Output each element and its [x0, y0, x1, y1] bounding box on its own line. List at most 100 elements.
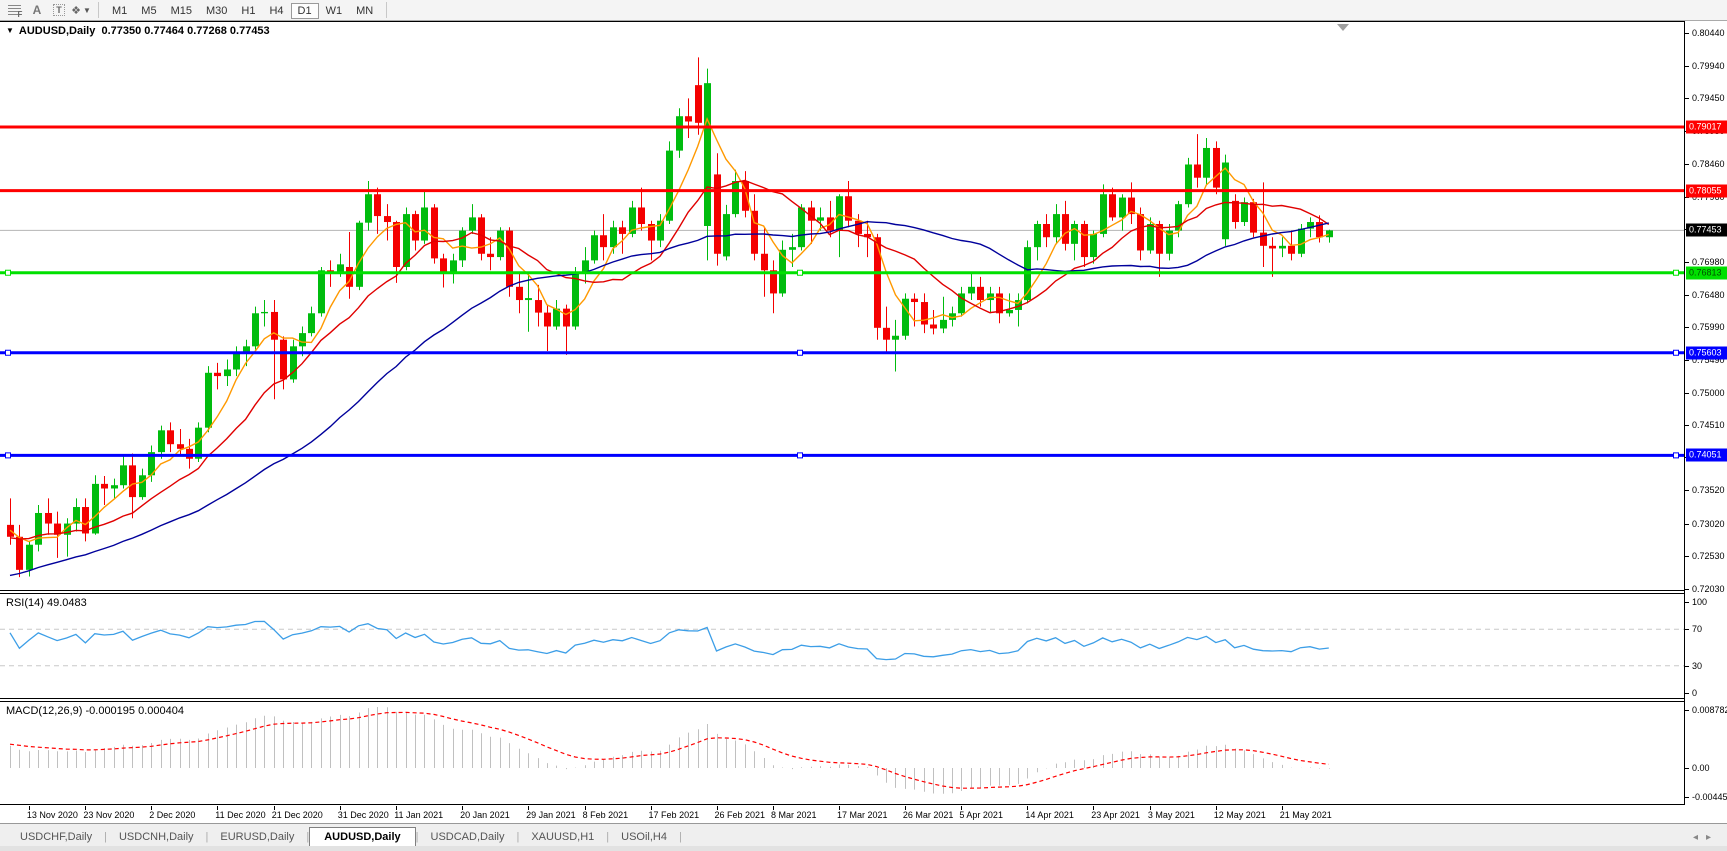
timeframe-button-m5[interactable]: M5: [134, 3, 163, 19]
axis-tick: [1685, 797, 1689, 799]
timeframe-button-mn[interactable]: MN: [349, 3, 380, 19]
date-label: 5 Apr 2021: [959, 810, 1003, 820]
axis-tick: [1685, 425, 1689, 427]
axis-tick: [1685, 65, 1689, 67]
chart-title: ▼ AUDUSD,Daily 0.77350 0.77464 0.77268 0.…: [6, 25, 270, 37]
tab-separator: |: [679, 831, 682, 843]
chart-tab-usdcnh[interactable]: USDCNH,Daily: [107, 828, 206, 847]
date-label: 2 Dec 2020: [149, 810, 196, 820]
hline-price-badge: 0.78055: [1686, 184, 1727, 198]
date-label: 31 Dec 2020: [337, 810, 389, 820]
axis-tick-label: 0.73520: [1692, 485, 1725, 496]
arrows-tool[interactable]: ❖ ▼: [70, 1, 92, 19]
date-label: 21 May 2021: [1279, 810, 1332, 820]
date-label: 26 Mar 2021: [902, 810, 954, 820]
timeframe-group: M1 M5 M15 M30 H1 H4 D1 W1 MN: [105, 1, 380, 19]
line-handle: [1673, 349, 1679, 356]
line-handle: [797, 452, 803, 459]
toolbar-separator: [98, 2, 99, 18]
timeframe-button-h4[interactable]: H4: [262, 3, 290, 19]
axis-tick-label: 0.79940: [1692, 60, 1725, 71]
chart-tab-usdcad[interactable]: USDCAD,Daily: [419, 828, 517, 847]
current-price-badge: 0.77453: [1686, 223, 1727, 237]
chart-tab-audusd[interactable]: AUDUSD,Daily: [309, 827, 416, 848]
chart-tab-eurusd[interactable]: EURUSD,Daily: [208, 828, 306, 847]
axis-tick: [1685, 602, 1689, 603]
axis-tick: [1685, 490, 1689, 492]
macd-values: -0.000195 0.000404: [85, 705, 184, 717]
axis-tick: [1685, 261, 1689, 263]
timeframe-button-d1[interactable]: D1: [290, 3, 319, 19]
axis-tick: [1685, 523, 1689, 525]
timeframe-button-w1[interactable]: W1: [319, 3, 350, 19]
status-strip: [0, 846, 1727, 851]
axis-tick: [1685, 555, 1689, 557]
chart-tab-usoil[interactable]: USOil,H4: [609, 828, 679, 847]
scroll-left-icon: ◂: [1692, 832, 1706, 843]
axis-tick: [1685, 98, 1689, 100]
tab-scroll-arrows[interactable]: ◂▸: [1693, 832, 1719, 843]
line-handle: [1673, 452, 1679, 459]
time-axis[interactable]: 13 Nov 2020 23 Nov 2020 2 Dec 2020 11 Dec 2…: [0, 805, 1727, 823]
line-handle: [5, 349, 11, 356]
hline-price-badge: 0.74051: [1686, 448, 1727, 462]
axis-tick-label: 0.80440: [1692, 27, 1725, 38]
axis-tick: [1685, 327, 1689, 329]
rsi-indicator-panel[interactable]: [0, 593, 1684, 699]
axis-tick-label: 0.76480: [1692, 289, 1725, 300]
date-label: 11 Dec 2020: [215, 810, 266, 820]
scroll-right-icon: ▸: [1705, 832, 1719, 843]
text-tool[interactable]: A: [26, 1, 48, 19]
line-handle: [797, 349, 803, 356]
line-handle: [5, 452, 11, 459]
terminal-window: F A T ❖ ▼ M1 M5 M15 M30 H1 H4 D1 W1 MN ▼ AUDUSD,D…: [0, 0, 1727, 851]
axis-tick: [1685, 768, 1689, 769]
macd-label: MACD(12,26,9) -0.000195 0.000404: [6, 705, 184, 717]
axis-tick: [1685, 665, 1689, 667]
macd-indicator-panel[interactable]: [0, 701, 1684, 805]
chart-tab-bar: USDCHF,Daily | USDCNH,Daily | EURUSD,Daily | A…: [0, 823, 1727, 848]
axis-tick-label: 0.00: [1692, 763, 1710, 773]
timeframe-button-m30[interactable]: M30: [199, 3, 234, 19]
line-handle: [1673, 269, 1679, 276]
date-label: 29 Jan 2021: [526, 810, 576, 820]
date-label: 12 May 2021: [1213, 810, 1266, 820]
date-label: 14 Apr 2021: [1025, 810, 1074, 820]
chart-tab-xauusd[interactable]: XAUUSD,H1: [519, 828, 606, 847]
symbol-period-label: AUDUSD,Daily: [18, 25, 96, 37]
axis-tick: [1685, 629, 1689, 631]
axis-tick-label: 0: [1692, 688, 1698, 698]
date-label: 23 Apr 2021: [1091, 810, 1140, 820]
chart-dropdown-icon[interactable]: ▼: [6, 26, 14, 35]
rsi-label: RSI(14) 49.0483: [6, 597, 87, 609]
hline-price-badge: 0.76813: [1686, 266, 1727, 280]
price-axis[interactable]: 0.804400.799400.794500.789500.784600.779…: [1684, 21, 1727, 805]
axis-tick-label: 0.76980: [1692, 256, 1725, 267]
text-icon: A: [32, 3, 42, 17]
axis-tick-label: 0.75990: [1692, 322, 1725, 333]
toolbar: F A T ❖ ▼ M1 M5 M15 M30 H1 H4 D1 W1 MN: [0, 0, 1727, 21]
axis-tick-label: 70: [1692, 624, 1703, 635]
date-label: 20 Jan 2021: [460, 810, 510, 820]
main-price-chart[interactable]: [0, 21, 1684, 591]
date-label: 11 Jan 2021: [394, 810, 444, 820]
axis-tick-label: 0.75000: [1692, 387, 1725, 398]
axis-tick: [1685, 32, 1689, 34]
hline-price-badge: 0.79017: [1686, 120, 1727, 134]
text-label-tool[interactable]: T: [48, 1, 70, 19]
axis-tick: [1685, 693, 1689, 694]
axis-tick-label: 100: [1692, 597, 1708, 607]
arrows-icon: ❖: [71, 4, 81, 17]
toolbar-separator: [386, 2, 388, 18]
axis-tick: [1685, 710, 1689, 712]
fibonacci-tool[interactable]: F: [4, 1, 26, 19]
date-label: 26 Feb 2021: [714, 810, 766, 820]
tabs-holder: USDCHF,Daily | USDCNH,Daily | EURUSD,Daily | A…: [8, 826, 682, 848]
timeframe-button-m1[interactable]: M1: [105, 3, 134, 19]
date-label: 13 Nov 2020: [26, 810, 78, 820]
timeframe-button-h1[interactable]: H1: [234, 3, 262, 19]
axis-tick-label: 0.72030: [1692, 584, 1725, 595]
chart-tab-usdchf[interactable]: USDCHF,Daily: [8, 828, 104, 847]
chevron-down-icon: ▼: [82, 5, 91, 15]
timeframe-button-m15[interactable]: M15: [164, 3, 199, 19]
